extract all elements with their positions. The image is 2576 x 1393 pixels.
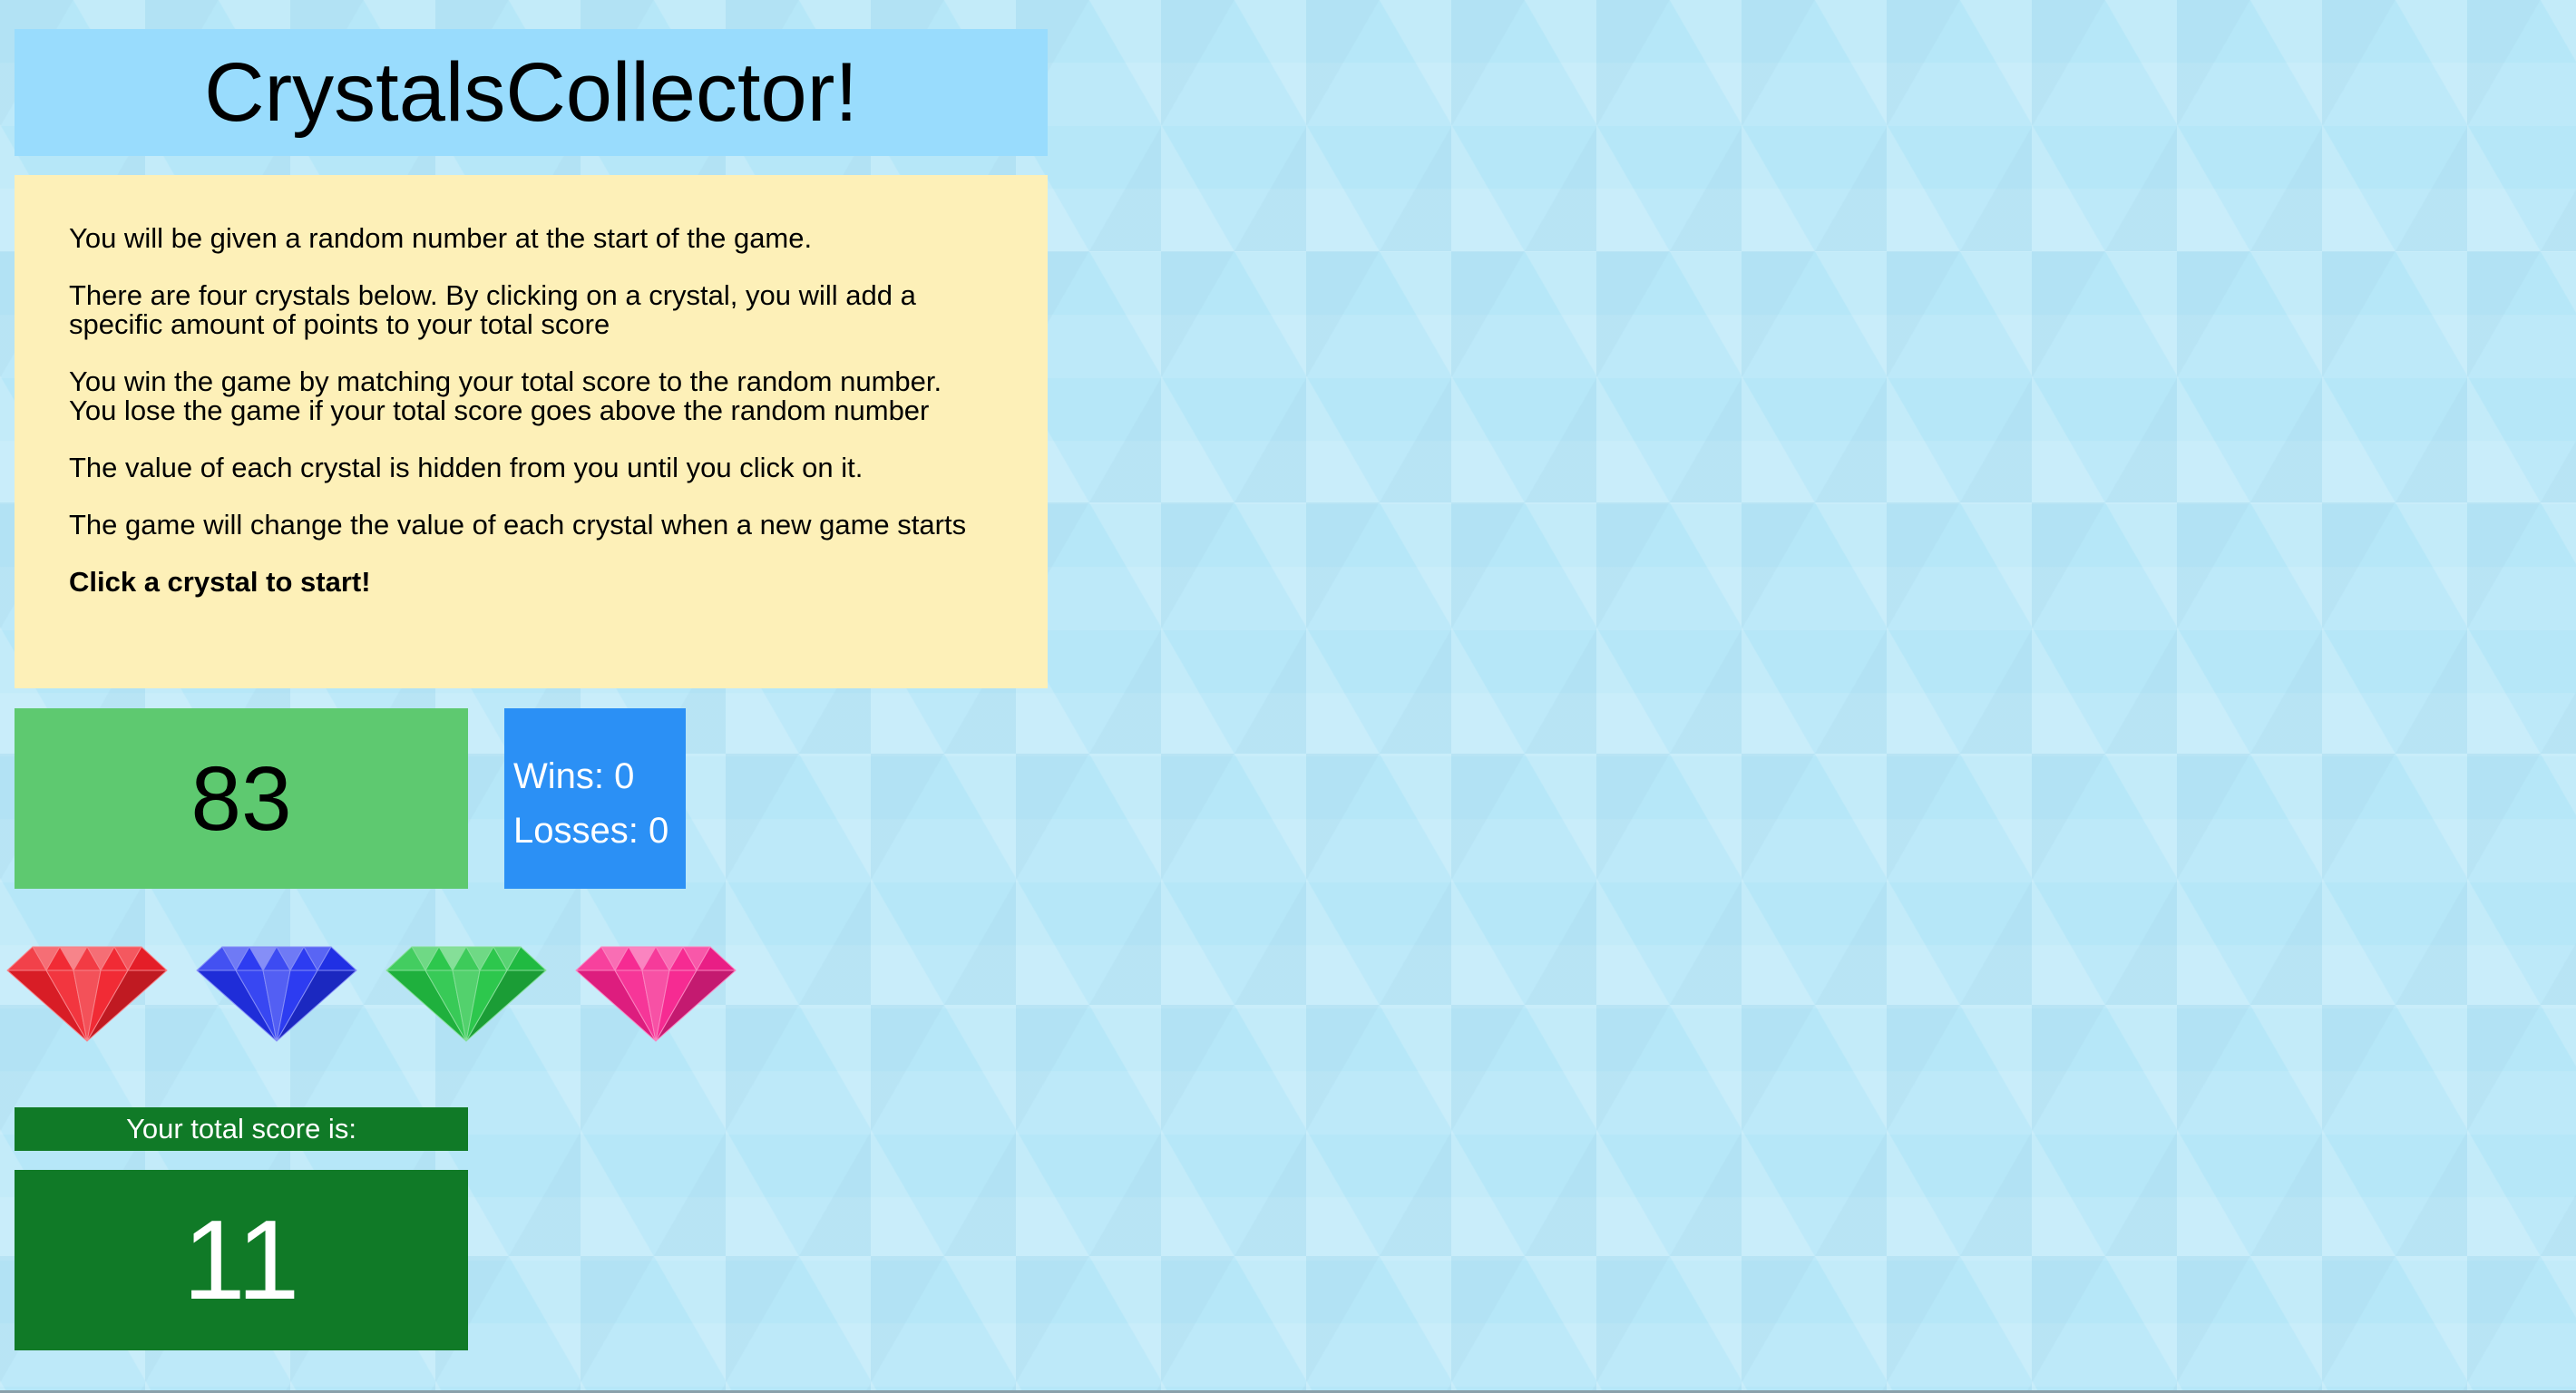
target-number: 83 (190, 747, 292, 850)
total-score-box: 11 (15, 1170, 468, 1350)
score-label: Your total score is: (15, 1107, 468, 1151)
crystal-row (5, 934, 749, 1043)
instruction-paragraph: There are four crystals below. By clicki… (69, 279, 916, 340)
start-prompt: Click a crystal to start! (69, 566, 371, 598)
total-score: 11 (182, 1197, 300, 1323)
instructions-panel: You will be given a random number at the… (15, 175, 1048, 688)
wins-counter: Wins: 0 (513, 756, 635, 796)
instruction-paragraph: You win the game by matching your total … (69, 365, 942, 426)
blue-crystal[interactable] (195, 934, 358, 1043)
red-crystal[interactable] (5, 934, 169, 1043)
stats-box: Wins: 0 Losses: 0 (504, 708, 686, 889)
pink-crystal[interactable] (574, 934, 737, 1043)
target-number-box: 83 (15, 708, 468, 889)
instruction-paragraph: The value of each crystal is hidden from… (69, 452, 864, 483)
page-title: CrystalsCollector! (204, 46, 858, 139)
instruction-paragraph: The game will change the value of each c… (69, 509, 967, 541)
instruction-paragraph: You will be given a random number at the… (69, 222, 813, 254)
losses-counter: Losses: 0 (513, 811, 669, 851)
title-bar: CrystalsCollector! (15, 29, 1048, 156)
green-crystal[interactable] (385, 934, 548, 1043)
